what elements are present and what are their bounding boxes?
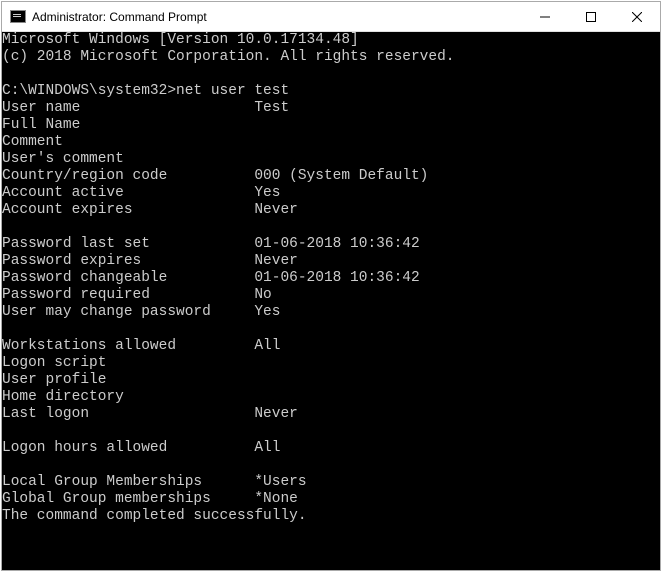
blank-line — [2, 423, 660, 440]
blank-line — [2, 457, 660, 474]
window-controls — [522, 2, 660, 31]
field-row: Logon script — [2, 355, 660, 372]
version-line: Microsoft Windows [Version 10.0.17134.48… — [2, 32, 660, 49]
titlebar[interactable]: Administrator: Command Prompt — [2, 2, 660, 32]
field-row: Home directory — [2, 389, 660, 406]
field-row: Password expires Never — [2, 253, 660, 270]
field-row: Full Name — [2, 117, 660, 134]
field-row: Logon hours allowed All — [2, 440, 660, 457]
copyright-line: (c) 2018 Microsoft Corporation. All righ… — [2, 49, 660, 66]
field-row: Workstations allowed All — [2, 338, 660, 355]
window-title: Administrator: Command Prompt — [32, 10, 522, 24]
maximize-button[interactable] — [568, 2, 614, 31]
field-row: Account expires Never — [2, 202, 660, 219]
field-row: User profile — [2, 372, 660, 389]
field-row: User's comment — [2, 151, 660, 168]
command-prompt-window: Administrator: Command Prompt Microsoft … — [1, 1, 661, 571]
blank-line — [2, 219, 660, 236]
field-row: User may change password Yes — [2, 304, 660, 321]
field-row: Password last set 01-06-2018 10:36:42 — [2, 236, 660, 253]
blank-line — [2, 321, 660, 338]
prompt-line: C:\WINDOWS\system32>net user test — [2, 83, 660, 100]
close-button[interactable] — [614, 2, 660, 31]
cmd-icon — [10, 10, 26, 23]
prompt-path: C:\WINDOWS\system32> — [2, 83, 176, 99]
field-row: Local Group Memberships *Users — [2, 474, 660, 491]
terminal-area[interactable]: Microsoft Windows [Version 10.0.17134.48… — [2, 32, 660, 570]
field-row: Global Group memberships *None — [2, 491, 660, 508]
field-row: Account active Yes — [2, 185, 660, 202]
blank-line — [2, 66, 660, 83]
field-row: Country/region code 000 (System Default) — [2, 168, 660, 185]
field-row: Password required No — [2, 287, 660, 304]
command-text: net user test — [176, 83, 289, 99]
field-row: Password changeable 01-06-2018 10:36:42 — [2, 270, 660, 287]
field-row: User name Test — [2, 100, 660, 117]
field-row: Comment — [2, 134, 660, 151]
minimize-button[interactable] — [522, 2, 568, 31]
field-row: Last logon Never — [2, 406, 660, 423]
finish-line: The command completed successfully. — [2, 508, 660, 525]
